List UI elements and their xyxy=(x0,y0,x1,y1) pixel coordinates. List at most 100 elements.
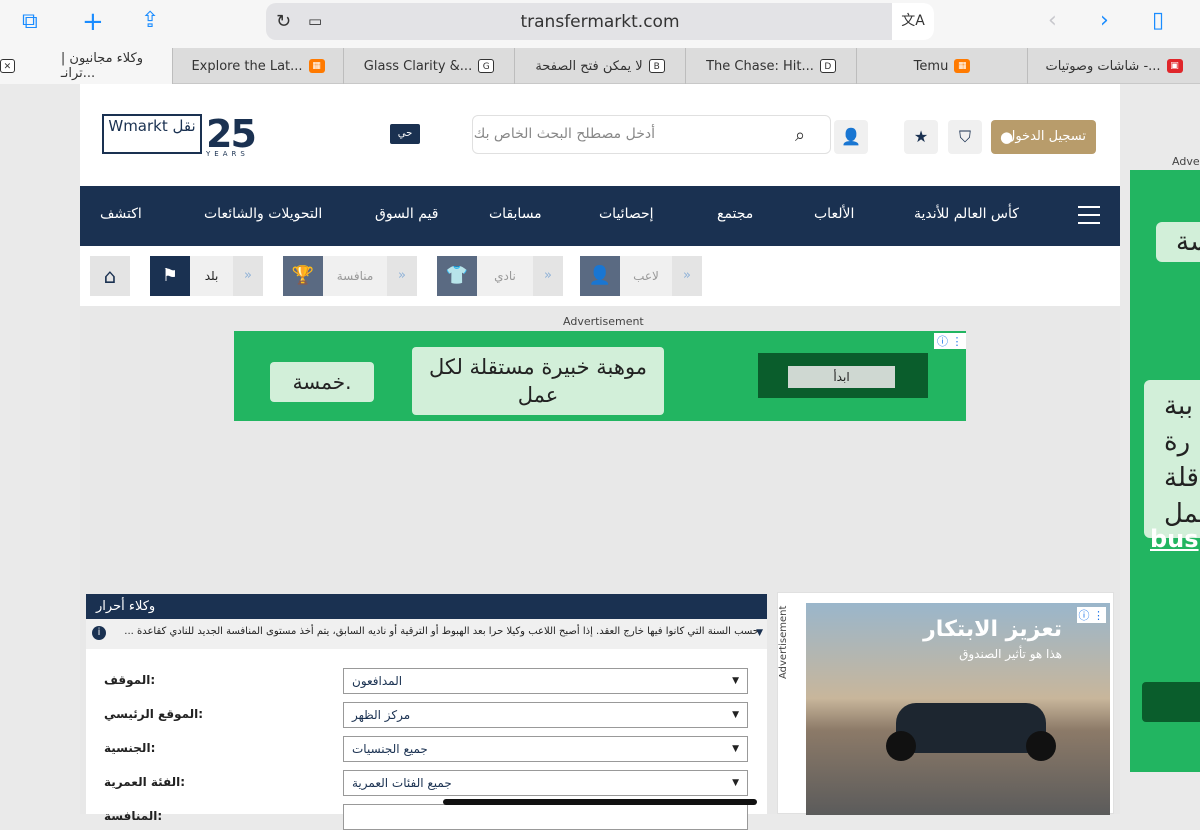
info-icon: i xyxy=(92,626,106,640)
player-select[interactable]: لاعب xyxy=(620,256,672,296)
temu-favicon-icon: ▦ xyxy=(308,59,325,73)
skyscraper-ad[interactable]: سة ببة رة قلة عمل bus xyxy=(1130,170,1200,772)
nav-transfers[interactable]: التحويلات والشائعات xyxy=(204,206,322,222)
ad-line: ببة xyxy=(1164,391,1194,421)
country-select[interactable]: بلد xyxy=(190,256,233,296)
page: Wmarkt نقل 25 YEARS حي ⌕ أدخل مصطلح البح… xyxy=(80,84,1120,830)
tab-title: The Chase: Hit... xyxy=(706,58,814,74)
ad-line: قلة xyxy=(1164,463,1199,493)
ad-info-icon[interactable]: ⓘ ⋮ xyxy=(1076,607,1106,623)
competition-select[interactable] xyxy=(343,804,748,830)
live-badge[interactable]: حي xyxy=(390,124,420,144)
site-logo[interactable]: Wmarkt نقل 25 YEARS xyxy=(102,112,282,158)
user-icon: ● xyxy=(1000,128,1014,146)
nav-market-values[interactable]: قيم السوق xyxy=(375,206,438,222)
sidebar-ad[interactable]: Advertisement تعزيز الابتكار هذا هو تأثي… xyxy=(777,592,1114,815)
letter-d-favicon-icon: D xyxy=(819,59,836,73)
back-icon[interactable]: ‹ xyxy=(1048,8,1057,33)
ad-label: Advertisement xyxy=(563,315,644,328)
tab-screens[interactable]: شاشات وصوتيات -... ▣ xyxy=(1027,48,1200,84)
panel-note[interactable]: i حسب السنة التي كانوا فيها خارج العقد. … xyxy=(86,619,767,649)
competition-select[interactable]: منافسة xyxy=(323,256,387,296)
shield-icon[interactable]: ⛉ xyxy=(948,120,982,154)
filter-row-main-position: الموقع الرئيسي: مركز الظهر ▼ xyxy=(104,702,754,728)
filter-row-competition: المنافسة: xyxy=(104,804,754,830)
quick-search-bar: ⌂ ⚑ بلد » 🏆 منافسة » 👕 نادي » 👤 لاعب » xyxy=(80,246,1120,306)
banner-ad[interactable]: خمسة. موهبة خبيرة مستقلة لكل عمل ابدأ ⓘ … xyxy=(234,331,966,421)
ad-link[interactable]: bus xyxy=(1150,525,1199,553)
age-group-select[interactable]: جميع الفئات العمرية ▼ xyxy=(343,770,748,796)
url-text: transfermarkt.com xyxy=(520,12,680,32)
tab-bar: ✕ وكلاء مجانيون | ترانـ... Explore the L… xyxy=(0,48,1200,84)
bookmark-icon[interactable]: ★ xyxy=(904,120,938,154)
ad-info-icon[interactable]: ⓘ ⋮ xyxy=(934,333,966,349)
share-icon[interactable]: ⇪ xyxy=(141,8,159,33)
ad-label: Advertisement xyxy=(778,605,789,679)
shirt-icon: 👕 xyxy=(437,256,477,296)
filter-label: الموقف: xyxy=(104,673,156,687)
country-quick-search: ⚑ بلد » xyxy=(150,256,263,296)
close-tab-icon[interactable]: ✕ xyxy=(0,59,15,73)
tab-cannot-open[interactable]: لا يمكن فتح الصفحة B xyxy=(514,48,685,84)
search-icon[interactable]: ⌕ xyxy=(795,125,805,146)
tab-glass-clarity[interactable]: Glass Clarity &... G xyxy=(343,48,514,84)
tab-the-chase[interactable]: The Chase: Hit... D xyxy=(685,48,856,84)
site-header: Wmarkt نقل 25 YEARS حي ⌕ أدخل مصطلح البح… xyxy=(80,84,1120,186)
home-icon[interactable]: ⌂ xyxy=(90,256,130,296)
chevron-down-icon: ▼ xyxy=(732,710,739,720)
ad-left-text: خمسة. xyxy=(270,362,374,402)
ad-cta-box[interactable] xyxy=(1142,682,1200,722)
club-select[interactable]: نادي xyxy=(477,256,533,296)
tab-title: Temu xyxy=(913,58,949,74)
new-tab-icon[interactable]: + xyxy=(82,7,104,37)
club-quick-search: 👕 نادي » xyxy=(437,256,563,296)
nationality-select[interactable]: جميع الجنسيات ▼ xyxy=(343,736,748,762)
ad-middle-text: موهبة خبيرة مستقلة لكل عمل xyxy=(412,347,664,415)
position-select[interactable]: المدافعون ▼ xyxy=(343,668,748,694)
nav-club-world-cup[interactable]: كأس العالم للأندية xyxy=(914,206,1019,222)
tab-title: لا يمكن فتح الصفحة xyxy=(535,58,643,74)
chevron-down-icon: ▼ xyxy=(732,778,739,788)
nav-competitions[interactable]: مسابقات xyxy=(489,206,542,222)
nav-community[interactable]: مجتمع xyxy=(717,206,753,222)
store-favicon-icon: ▣ xyxy=(1166,59,1183,73)
tab-temu[interactable]: Temu ▦ xyxy=(856,48,1027,84)
tabs-overview-icon[interactable]: ⧉ xyxy=(22,9,38,34)
ad-text-box: ببة رة قلة عمل xyxy=(1144,380,1200,538)
filter-row-nationality: الجنسية: جميع الجنسيات ▼ xyxy=(104,736,754,762)
login-button[interactable]: ● تسجيل الدخول xyxy=(991,120,1096,154)
chevron-down-icon: ▼ xyxy=(732,676,739,686)
free-agents-panel: وكلاء أحرار i حسب السنة التي كانوا فيها … xyxy=(86,594,767,830)
nav-games[interactable]: الألعاب xyxy=(814,206,854,222)
nav-discover[interactable]: اكتشف xyxy=(100,206,142,222)
logo-wordmark: Wmarkt نقل xyxy=(102,114,202,154)
note-text: حسب السنة التي كانوا فيها خارج العقد. إذ… xyxy=(124,626,759,637)
menu-icon[interactable] xyxy=(1078,206,1100,226)
address-bar[interactable]: ↻ ▭ transfermarkt.com 文A xyxy=(266,3,934,40)
ad-image: تعزيز الابتكار هذا هو تأثير الصندوق ⓘ ⋮ xyxy=(806,603,1110,815)
ad-title: تعزيز الابتكار xyxy=(923,617,1062,642)
forward-icon[interactable]: › xyxy=(1100,8,1109,33)
ad-text-box: سة xyxy=(1156,222,1200,262)
club-go-icon[interactable]: » xyxy=(533,256,563,296)
nav-statistics[interactable]: إحصائيات xyxy=(599,206,654,222)
tab-free-agents[interactable]: ✕ وكلاء مجانيون | ترانـ... xyxy=(0,48,172,84)
main-position-select[interactable]: مركز الظهر ▼ xyxy=(343,702,748,728)
player-go-icon[interactable]: » xyxy=(672,256,702,296)
expand-arrow-icon[interactable]: ▼ xyxy=(756,628,763,638)
ad-cta-box: ابدأ xyxy=(758,353,928,398)
select-value: المدافعون xyxy=(352,674,403,688)
race-car-image xyxy=(886,703,1056,761)
ad-cta-button[interactable]: ابدأ xyxy=(788,366,895,388)
search-placeholder: أدخل مصطلح البحث الخاص بك xyxy=(473,126,655,142)
translate-icon[interactable]: 文A xyxy=(892,3,934,40)
competition-go-icon[interactable]: » xyxy=(387,256,417,296)
search-input[interactable]: ⌕ أدخل مصطلح البحث الخاص بك xyxy=(472,115,831,154)
tab-explore[interactable]: Explore the Lat... ▦ xyxy=(172,48,343,84)
country-go-icon[interactable]: » xyxy=(233,256,263,296)
sidebar-icon[interactable]: ▯ xyxy=(1152,8,1164,33)
ad-subtitle: هذا هو تأثير الصندوق xyxy=(959,647,1062,661)
player-quick-search: 👤 لاعب » xyxy=(580,256,702,296)
main-nav: اكتشف التحويلات والشائعات قيم السوق مساب… xyxy=(80,186,1120,246)
user-search-icon[interactable]: 👤 xyxy=(834,120,868,154)
